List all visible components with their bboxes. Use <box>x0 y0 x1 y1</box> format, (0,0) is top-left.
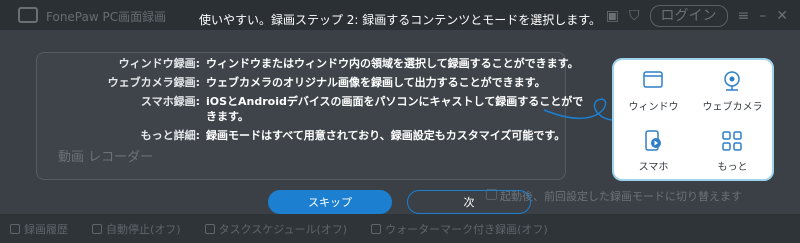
mode-window[interactable]: ウィンドウ <box>614 60 693 119</box>
skip-button[interactable]: スキップ <box>268 190 392 214</box>
history-button[interactable]: 録画履歴 <box>10 221 68 237</box>
pointer-curve-icon <box>543 98 613 121</box>
video-recorder-label: 動画 レコーダー <box>58 150 154 165</box>
description-text: ウィンドウまたはウィンドウ内の領域を選択して録画することができます。 <box>206 57 579 70</box>
list-icon <box>10 223 20 234</box>
description-row: スマホ録画: iOSとAndroidデバイスの画面をパソコンにキャストして録画す… <box>88 94 588 124</box>
next-button[interactable]: 次 <box>407 190 531 214</box>
description-text: ウェブカメラのオリジナル画像を録画して出力することができます。 <box>206 76 546 89</box>
mode-switch-hint: 起動後、前回設定した録画モードに切り替えます <box>500 190 742 203</box>
description-term: スマホ録画: <box>140 95 200 108</box>
mode-label: ウィンドウ <box>628 102 679 113</box>
auto-stop-button[interactable]: 自動停止(オフ) <box>92 221 181 237</box>
mode-selector-panel: ウィンドウ ウェブカメラ スマホ もっと <box>614 60 772 179</box>
mode-webcam[interactable]: ウェブカメラ <box>693 60 772 119</box>
description-term: もっと詳細: <box>140 129 200 142</box>
window-icon <box>643 71 663 88</box>
mode-description-list: ウィンドウ録画: ウィンドウまたはウィンドウ内の領域を選択して録画することができ… <box>88 56 588 147</box>
description-row: もっと詳細: 録画モードはすべて用意されており、録画設定もカスタマイズ可能です。 <box>88 128 588 143</box>
description-row: ウェブカメラ録画: ウェブカメラのオリジナル画像を録画して出力することができます… <box>88 75 588 90</box>
description-text: 録画モードはすべて用意されており、録画設定もカスタマイズ可能です。 <box>206 129 566 142</box>
watermark-button[interactable]: ウォーターマーク付き録画(オフ) <box>371 221 548 237</box>
description-text: iOSとAndroidデバイスの画面をパソコンにキャストして録画することができま… <box>206 95 584 123</box>
grid-icon <box>722 131 742 151</box>
description-term: ウィンドウ録画: <box>118 57 200 70</box>
mode-phone[interactable]: スマホ <box>614 120 693 179</box>
mode-label: もっと <box>717 162 748 173</box>
mode-label: ウェブカメラ <box>702 102 763 113</box>
tutorial-step-title: 使いやすい。録画ステップ 2: 録画するコンテンツとモードを選択します。 <box>198 13 602 27</box>
description-term: ウェブカメラ録画: <box>107 76 200 89</box>
phone-icon <box>645 130 661 151</box>
mode-more[interactable]: もっと <box>693 120 772 179</box>
bottom-toolbar: 録画履歴 自動停止(オフ) タスクスケジュール(オフ) ウォーターマーク付き録画… <box>0 214 800 243</box>
clock-icon <box>92 223 102 234</box>
drop-icon <box>371 223 382 234</box>
task-schedule-button[interactable]: タスクスケジュール(オフ) <box>204 221 347 237</box>
calendar-icon <box>204 223 215 234</box>
webcam-icon <box>724 71 740 91</box>
mode-label: スマホ <box>638 162 669 173</box>
description-row: ウィンドウ録画: ウィンドウまたはウィンドウ内の領域を選択して録画することができ… <box>88 56 588 71</box>
